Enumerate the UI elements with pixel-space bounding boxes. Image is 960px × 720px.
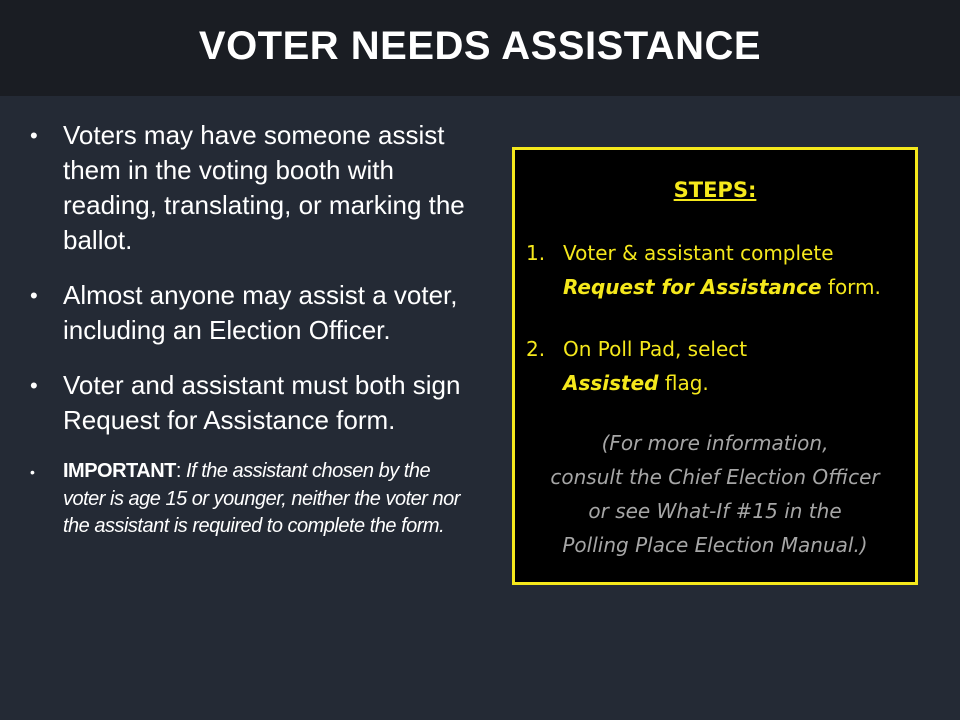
bullet-item: • Voters may have someone assist them in…: [30, 118, 470, 258]
bullet-text: Almost anyone may assist a voter, includ…: [63, 280, 458, 345]
step-form-name: Request for Assistance: [563, 275, 822, 299]
step-2: 2. On Poll Pad, select Assisted flag.: [526, 332, 906, 400]
bullet-item-important: • IMPORTANT: If the assistant chosen by …: [30, 458, 470, 541]
bullet-item: • Voter and assistant must both sign Req…: [30, 368, 470, 438]
step-number: 2.: [526, 337, 546, 361]
step-flag-name: Assisted: [563, 371, 659, 395]
title-bar: VOTER NEEDS ASSISTANCE: [0, 0, 960, 96]
page-title: VOTER NEEDS ASSISTANCE: [198, 23, 762, 68]
note-line: (For more information,: [601, 431, 829, 455]
note-line: or see What-If #15 in the: [588, 499, 842, 523]
step-text-pre: On Poll Pad, select: [563, 337, 748, 361]
note-line: Polling Place Election Manual.): [562, 533, 868, 557]
bullet-marker: •: [30, 123, 38, 148]
bullet-text: Voter and assistant must both sign Reque…: [63, 370, 461, 435]
bullet-marker: •: [30, 283, 38, 308]
step-text: Voter & assistant complete Request for A…: [526, 236, 906, 304]
bullet-item: • Almost anyone may assist a voter, incl…: [30, 278, 470, 348]
steps-box: STEPS: 1. Voter & assistant complete Req…: [512, 147, 918, 585]
steps-heading: STEPS:: [673, 178, 757, 202]
step-text-post: flag.: [658, 371, 709, 395]
more-info-note: (For more information, consult the Chief…: [515, 426, 915, 562]
bullet-text: Voters may have someone assist them in t…: [63, 120, 465, 255]
step-text-pre: Voter & assistant complete: [563, 241, 834, 265]
note-line: consult the Chief Election Officer: [550, 465, 880, 489]
bullet-marker: •: [30, 464, 35, 480]
important-colon: :: [175, 460, 187, 482]
bullet-list: • Voters may have someone assist them in…: [30, 118, 470, 541]
step-number: 1.: [526, 241, 546, 265]
bullet-marker: •: [30, 373, 38, 398]
step-text: On Poll Pad, select Assisted flag.: [526, 332, 906, 400]
step-text-post: form.: [821, 275, 881, 299]
step-1: 1. Voter & assistant complete Request fo…: [526, 236, 906, 304]
important-label: IMPORTANT: [63, 460, 176, 482]
